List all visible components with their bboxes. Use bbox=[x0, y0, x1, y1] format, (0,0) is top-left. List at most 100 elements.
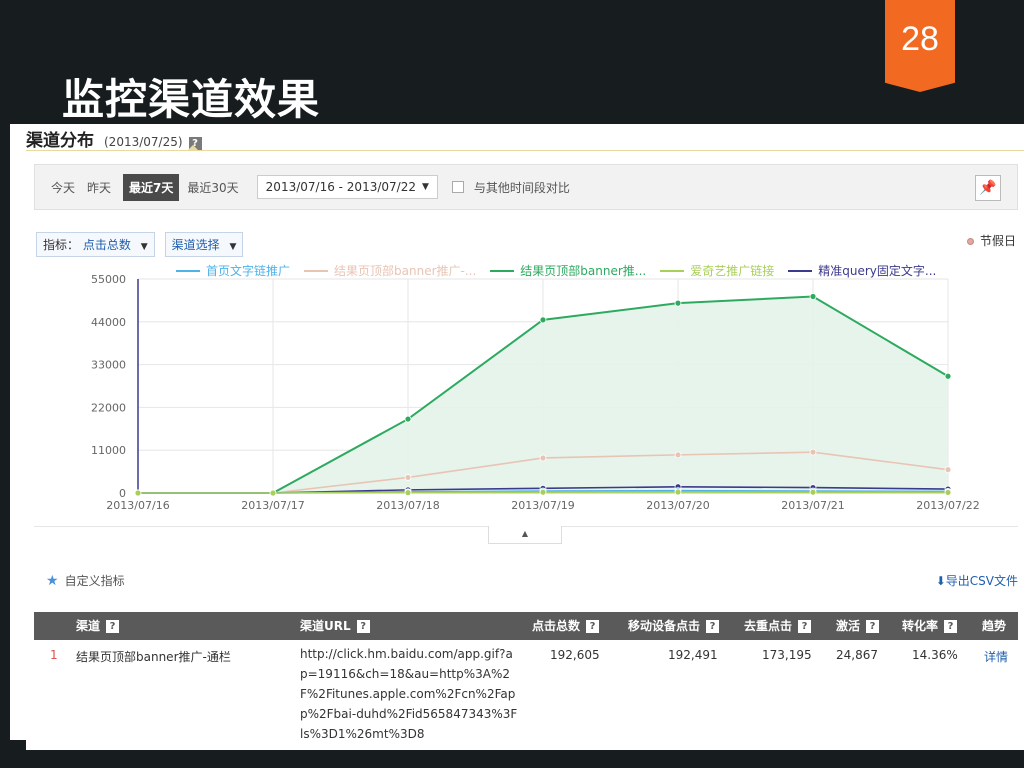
col-unique[interactable]: 去重点击? bbox=[744, 612, 812, 640]
compare-label: 与其他时间段对比 bbox=[473, 180, 570, 195]
series-area bbox=[138, 296, 948, 493]
date-range-value: 2013/07/16 - 2013/07/22 bbox=[265, 180, 416, 194]
col-trend-label: 趋势 bbox=[982, 619, 1007, 633]
col-url-label: 渠道URL bbox=[300, 619, 351, 633]
x-tick-label: 2013/07/18 bbox=[376, 499, 439, 512]
channel-selector[interactable]: 渠道选择 ▼ bbox=[164, 232, 244, 257]
collapse-chart-tab[interactable]: ▲ bbox=[488, 526, 562, 544]
help-icon[interactable]: ? bbox=[944, 620, 958, 633]
pin-button[interactable]: 📌 bbox=[975, 175, 1001, 201]
row-channel: 结果页顶部banner推广-通栏 bbox=[76, 650, 231, 664]
col-activation-label: 激活 bbox=[836, 619, 861, 633]
period-today[interactable]: 今天 bbox=[51, 175, 75, 200]
data-point bbox=[134, 489, 142, 497]
help-icon[interactable]: ? bbox=[356, 620, 370, 633]
section-title: 渠道分布 bbox=[26, 131, 94, 151]
data-point bbox=[809, 448, 817, 456]
data-point bbox=[539, 316, 547, 324]
date-range-picker[interactable]: 2013/07/16 - 2013/07/22 ▼ bbox=[256, 175, 438, 199]
row-trend-link[interactable]: 详情 bbox=[984, 648, 1008, 665]
data-point bbox=[944, 466, 952, 474]
col-conversion-label: 转化率 bbox=[902, 619, 939, 633]
col-unique-label: 去重点击 bbox=[744, 619, 793, 633]
filter-bar: 今天 昨天 最近7天 最近30天 2013/07/16 - 2013/07/22… bbox=[34, 164, 1018, 210]
clicks-chart: 550004400033000220001100002013/07/16 2013… bbox=[91, 273, 980, 512]
download-icon: ⬇ bbox=[935, 574, 946, 588]
metric-value: 点击总数 bbox=[82, 238, 131, 252]
chart-selectors: 指标： 点击总数 ▼ 渠道选择 ▼ bbox=[36, 232, 253, 257]
data-point bbox=[404, 474, 412, 481]
channel-selector-label: 渠道选择 bbox=[171, 238, 220, 252]
chevron-down-icon: ▼ bbox=[140, 242, 148, 252]
period-last-30-days[interactable]: 最近30天 bbox=[187, 175, 238, 200]
holiday-legend[interactable]: 节假日 bbox=[966, 232, 1016, 249]
slide-title: 监控渠道效果 bbox=[62, 75, 321, 124]
chevron-down-icon: ▼ bbox=[421, 182, 429, 192]
holiday-dot-icon bbox=[966, 238, 974, 245]
col-activation[interactable]: 激活? bbox=[836, 612, 880, 640]
chevron-down-icon: ▼ bbox=[229, 242, 237, 252]
help-icon[interactable]: ? bbox=[106, 620, 120, 633]
y-tick-label: 11000 bbox=[91, 444, 126, 457]
page-number: 28 bbox=[901, 20, 939, 58]
col-channel-label: 渠道 bbox=[76, 619, 101, 633]
col-conversion[interactable]: 转化率? bbox=[902, 612, 958, 640]
header-notch bbox=[188, 145, 198, 150]
x-tick-label: 2013/07/22 bbox=[916, 499, 979, 512]
period-last-7-days[interactable]: 最近7天 bbox=[123, 173, 180, 201]
custom-metric-label: 自定义指标 bbox=[64, 574, 125, 588]
period-yesterday[interactable]: 昨天 bbox=[87, 175, 111, 200]
section-header: 渠道分布 (2013/07/25) ? bbox=[26, 126, 202, 151]
table-header: 渠道? 渠道URL? 点击总数? 移动设备点击? 去重点击? 激活? 转化率? … bbox=[34, 612, 1018, 640]
col-url[interactable]: 渠道URL? bbox=[300, 612, 370, 640]
data-point bbox=[944, 372, 952, 380]
data-point bbox=[809, 293, 817, 300]
row-index: 1 bbox=[50, 648, 58, 662]
data-point bbox=[674, 299, 682, 307]
data-point bbox=[809, 488, 817, 496]
metric-selector[interactable]: 指标： 点击总数 ▼ bbox=[36, 232, 155, 257]
col-mobile[interactable]: 移动设备点击? bbox=[628, 612, 720, 640]
help-icon[interactable]: ? bbox=[798, 620, 812, 633]
data-point bbox=[539, 454, 547, 462]
col-trend: 趋势 bbox=[982, 612, 1006, 640]
help-icon[interactable]: ? bbox=[866, 620, 880, 633]
pin-icon: 📌 bbox=[979, 180, 997, 196]
data-point bbox=[404, 489, 412, 497]
channel-table: 渠道? 渠道URL? 点击总数? 移动设备点击? 去重点击? 激活? 转化率? … bbox=[34, 612, 1018, 750]
data-point bbox=[404, 415, 412, 423]
row-clicks: 192,605 bbox=[550, 648, 600, 662]
table-row: 1 结果页顶部banner推广-通栏 http://click.hm.baidu… bbox=[34, 640, 1018, 750]
page-number-badge: 28 bbox=[885, 0, 955, 92]
x-tick-label: 2013/07/21 bbox=[781, 499, 844, 512]
x-tick-label: 2013/07/20 bbox=[646, 499, 709, 512]
x-tick-label: 2013/07/17 bbox=[241, 499, 304, 512]
row-mobile: 192,491 bbox=[668, 648, 718, 662]
x-tick-label: 2013/07/16 bbox=[106, 499, 169, 512]
y-tick-label: 22000 bbox=[91, 401, 126, 414]
data-point bbox=[674, 488, 682, 496]
y-tick-label: 44000 bbox=[91, 316, 126, 329]
row-url: http://click.hm.baidu.com/app.gif?ap=191… bbox=[300, 647, 518, 741]
export-label: 导出CSV文件 bbox=[945, 574, 1018, 588]
col-clicks-label: 点击总数 bbox=[532, 619, 581, 633]
col-clicks[interactable]: 点击总数? bbox=[532, 612, 600, 640]
header-divider bbox=[26, 150, 1024, 151]
row-unique: 173,195 bbox=[762, 648, 812, 662]
data-point bbox=[269, 489, 277, 497]
row-activation: 24,867 bbox=[836, 648, 878, 662]
x-tick-label: 2013/07/19 bbox=[511, 499, 574, 512]
help-icon[interactable]: ? bbox=[706, 620, 720, 633]
compare-checkbox[interactable] bbox=[451, 181, 464, 193]
row-conversion: 14.36% bbox=[912, 648, 958, 662]
export-csv-link[interactable]: ⬇导出CSV文件 bbox=[936, 572, 1018, 589]
y-tick-label: 55000 bbox=[91, 273, 126, 286]
data-point bbox=[944, 489, 952, 496]
metric-label: 指标： bbox=[43, 238, 80, 252]
section-date: (2013/07/25) bbox=[104, 135, 183, 149]
y-tick-label: 33000 bbox=[91, 359, 126, 372]
col-channel[interactable]: 渠道? bbox=[76, 612, 120, 640]
data-point bbox=[539, 488, 547, 496]
custom-metric-link[interactable]: ★ 自定义指标 bbox=[46, 572, 125, 589]
help-icon[interactable]: ? bbox=[586, 620, 600, 633]
